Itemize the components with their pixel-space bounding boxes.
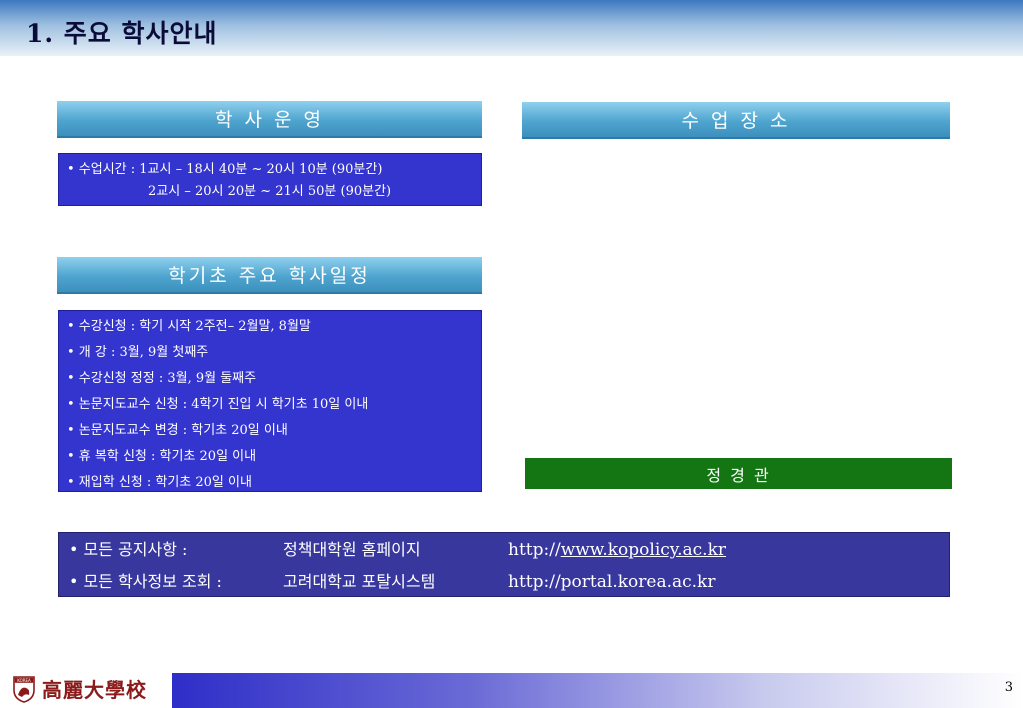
schedule-item: • 개 강 : 3월, 9월 첫째주	[67, 345, 209, 360]
footer-bar	[172, 673, 1023, 708]
class-time-line-1: • 수업시간 : 1교시 – 18시 40분 ~ 20시 10분 (90분간)	[67, 162, 383, 177]
notice-target: 정책대학원 홈페이지	[283, 540, 421, 559]
notice-label: • 모든 공지사항 :	[69, 540, 188, 559]
page-number: 3	[1004, 680, 1013, 695]
schedule-item: • 수강신청 정정 : 3월, 9월 둘째주	[67, 371, 257, 386]
schedule-item: • 휴 복학 신청 : 학기초 20일 이내	[67, 449, 257, 464]
schedule-item: • 재입학 신청 : 학기초 20일 이내	[67, 475, 252, 490]
section-header-semester-schedule: 학기초 주요 학사일정	[57, 257, 482, 294]
kopolicy-link[interactable]: www.kopolicy.ac.kr	[561, 540, 726, 560]
schedule-item: • 수강신청 : 학기 시작 2주전– 2월말, 8월말	[67, 319, 311, 334]
notice-target: 고려대학교 포탈시스템	[283, 572, 436, 591]
schedule-box: • 수강신청 : 학기 시작 2주전– 2월말, 8월말 • 개 강 : 3월,…	[58, 310, 482, 492]
notice-row: • 모든 학사정보 조회 : 고려대학교 포탈시스템 http://portal…	[69, 568, 715, 596]
class-time-line-2: 2교시 – 20시 20분 ~ 21시 50분 (90분간)	[148, 184, 392, 199]
notice-url-prefix: http://	[508, 540, 561, 560]
notice-label: • 모든 학사정보 조회 :	[69, 572, 222, 591]
schedule-item: • 논문지도교수 신청 : 4학기 진입 시 학기초 10일 이내	[67, 397, 369, 412]
class-time-box: • 수업시간 : 1교시 – 18시 40분 ~ 20시 10분 (90분간) …	[58, 153, 482, 206]
portal-url: http://portal.korea.ac.kr	[508, 572, 716, 592]
university-logo-text: 高麗大學校	[42, 678, 147, 702]
emblem-label: KOREA	[17, 678, 31, 683]
notice-box: • 모든 공지사항 : 정책대학원 홈페이지 http://www.kopoli…	[58, 532, 950, 597]
section-header-class-location: 수 업 장 소	[522, 102, 950, 139]
location-building-label: 정 경 관	[525, 458, 952, 489]
section-header-academic-ops: 학 사 운 영	[57, 101, 482, 138]
schedule-item: • 논문지도교수 변경 : 학기초 20일 이내	[67, 423, 288, 438]
notice-url: http://www.kopolicy.ac.kr	[508, 536, 726, 564]
page-title: 1. 주요 학사안내	[26, 19, 218, 48]
university-emblem-icon: KOREA	[13, 676, 35, 703]
notice-row: • 모든 공지사항 : 정책대학원 홈페이지 http://www.kopoli…	[69, 536, 726, 564]
